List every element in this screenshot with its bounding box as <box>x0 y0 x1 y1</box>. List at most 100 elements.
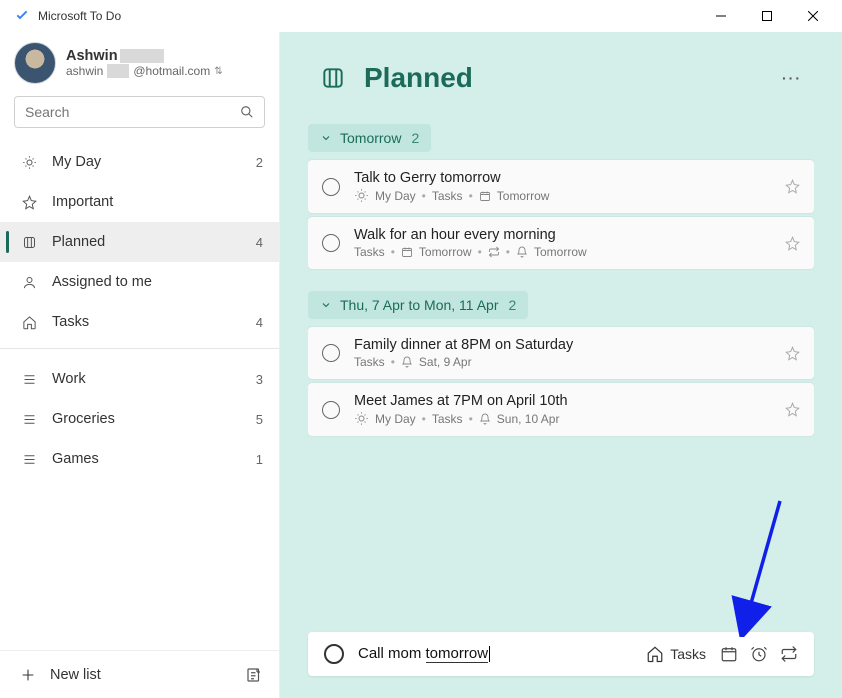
task-row[interactable]: Family dinner at 8PM on Saturday Tasks•S… <box>308 327 814 379</box>
add-task-circle-icon <box>324 644 344 664</box>
sidebar-item-count: 3 <box>256 372 263 387</box>
task-meta: My Day•Tasks•Sun, 10 Apr <box>354 411 771 426</box>
sidebar: Ashwin ashwin@hotmail.com ⇅ My Day 2 Imp… <box>0 32 280 698</box>
group-header[interactable]: Tomorrow 2 <box>308 124 431 152</box>
sidebar-item-count: 1 <box>256 452 263 467</box>
calendar-icon <box>401 246 413 258</box>
sidebar-item-count: 4 <box>256 315 263 330</box>
chevron-down-icon <box>320 132 332 144</box>
star-icon <box>20 195 38 210</box>
star-button[interactable] <box>785 236 800 251</box>
close-button[interactable] <box>790 0 836 32</box>
task-title: Walk for an hour every morning <box>354 227 771 243</box>
task-meta: My Day•Tasks•Tomorrow <box>354 188 771 203</box>
account-email: ashwin@hotmail.com ⇅ <box>66 64 223 78</box>
chevron-down-icon <box>320 299 332 311</box>
sidebar-item-label: Games <box>52 451 242 467</box>
sidebar-item-my-day[interactable]: My Day 2 <box>0 142 279 182</box>
task-row[interactable]: Walk for an hour every morning Tasks•Tom… <box>308 217 814 269</box>
task-row[interactable]: Talk to Gerry tomorrow My Day•Tasks•Tomo… <box>308 160 814 213</box>
sidebar-item-count: 2 <box>256 155 263 170</box>
group-header[interactable]: Thu, 7 Apr to Mon, 11 Apr 2 <box>308 291 528 319</box>
sidebar-item-planned[interactable]: Planned 4 <box>0 222 279 262</box>
task-title: Talk to Gerry tomorrow <box>354 170 771 186</box>
minimize-button[interactable] <box>698 0 744 32</box>
repeat-icon <box>488 246 500 258</box>
plus-icon <box>20 667 36 683</box>
sidebar-item-count: 5 <box>256 412 263 427</box>
new-group-icon[interactable] <box>245 666 263 684</box>
task-meta-text: Sun, 10 Apr <box>497 412 560 426</box>
new-list-label: New list <box>50 667 101 683</box>
task-meta-text: Tasks <box>432 189 463 203</box>
avatar <box>14 42 56 84</box>
group-header-count: 2 <box>411 130 419 146</box>
sidebar-item-important[interactable]: Important <box>0 182 279 222</box>
reminder-icon[interactable] <box>750 645 768 663</box>
add-task-list-picker[interactable]: Tasks <box>646 645 708 663</box>
task-meta-text: My Day <box>375 412 416 426</box>
maximize-button[interactable] <box>744 0 790 32</box>
bell-icon <box>516 246 528 258</box>
calendar-icon <box>479 190 491 202</box>
complete-checkbox[interactable] <box>322 401 340 419</box>
chevron-updown-icon: ⇅ <box>214 66 222 77</box>
sidebar-list-groceries[interactable]: Groceries 5 <box>0 399 279 439</box>
group-header-label: Tomorrow <box>340 130 401 146</box>
main-header: Planned ··· <box>308 32 814 124</box>
person-icon <box>20 275 38 290</box>
window-title: Microsoft To Do <box>38 9 121 23</box>
sidebar-item-tasks[interactable]: Tasks 4 <box>0 302 279 342</box>
sidebar-list-work[interactable]: Work 3 <box>0 359 279 399</box>
planned-header-icon <box>320 65 346 91</box>
more-options-button[interactable]: ··· <box>782 70 802 86</box>
home-icon <box>20 315 38 330</box>
sidebar-list-games[interactable]: Games 1 <box>0 439 279 479</box>
task-meta-text: Tomorrow <box>419 245 472 259</box>
task-meta-text: Tasks <box>354 245 385 259</box>
star-button[interactable] <box>785 179 800 194</box>
sidebar-item-label: Work <box>52 371 242 387</box>
list-icon <box>20 452 38 467</box>
task-row[interactable]: Meet James at 7PM on April 10th My Day•T… <box>308 383 814 436</box>
group-header-label: Thu, 7 Apr to Mon, 11 Apr <box>340 297 499 313</box>
new-list-button[interactable]: New list <box>20 667 101 683</box>
titlebar: Microsoft To Do <box>0 0 842 32</box>
task-meta: Tasks•Tomorrow••Tomorrow <box>354 245 771 259</box>
add-task-input[interactable]: Call mom tomorrow <box>358 645 632 663</box>
task-meta: Tasks•Sat, 9 Apr <box>354 355 771 369</box>
star-button[interactable] <box>785 402 800 417</box>
sidebar-item-label: My Day <box>52 154 242 170</box>
task-meta-text: Tasks <box>354 355 385 369</box>
sidebar-item-label: Planned <box>52 234 242 250</box>
page-title: Planned <box>364 62 473 94</box>
task-meta-text: Tomorrow <box>497 189 550 203</box>
repeat-icon[interactable] <box>780 645 798 663</box>
sun-icon <box>20 155 38 170</box>
search-field[interactable] <box>25 104 240 120</box>
complete-checkbox[interactable] <box>322 178 340 196</box>
sun-icon <box>354 411 369 426</box>
task-title: Family dinner at 8PM on Saturday <box>354 337 771 353</box>
sun-icon <box>354 188 369 203</box>
star-button[interactable] <box>785 346 800 361</box>
sidebar-item-assigned-to-me[interactable]: Assigned to me <box>0 262 279 302</box>
account-name: Ashwin <box>66 48 223 64</box>
due-date-icon[interactable] <box>720 645 738 663</box>
search-input[interactable] <box>14 96 265 128</box>
task-meta-text: Tasks <box>432 412 463 426</box>
complete-checkbox[interactable] <box>322 234 340 252</box>
add-task-bar[interactable]: Call mom tomorrow Tasks <box>308 632 814 676</box>
sidebar-item-count: 4 <box>256 235 263 250</box>
group-header-count: 2 <box>509 297 517 313</box>
complete-checkbox[interactable] <box>322 344 340 362</box>
account-section[interactable]: Ashwin ashwin@hotmail.com ⇅ <box>0 32 279 90</box>
planned-icon <box>20 235 38 250</box>
task-meta-text: Tomorrow <box>534 245 587 259</box>
app-logo-icon <box>14 8 30 24</box>
sidebar-item-label: Tasks <box>52 314 242 330</box>
sidebar-item-label: Assigned to me <box>52 274 249 290</box>
sidebar-item-label: Important <box>52 194 249 210</box>
sidebar-item-label: Groceries <box>52 411 242 427</box>
main-pane: Planned ··· Tomorrow 2 Talk to Gerry tom… <box>280 32 842 698</box>
